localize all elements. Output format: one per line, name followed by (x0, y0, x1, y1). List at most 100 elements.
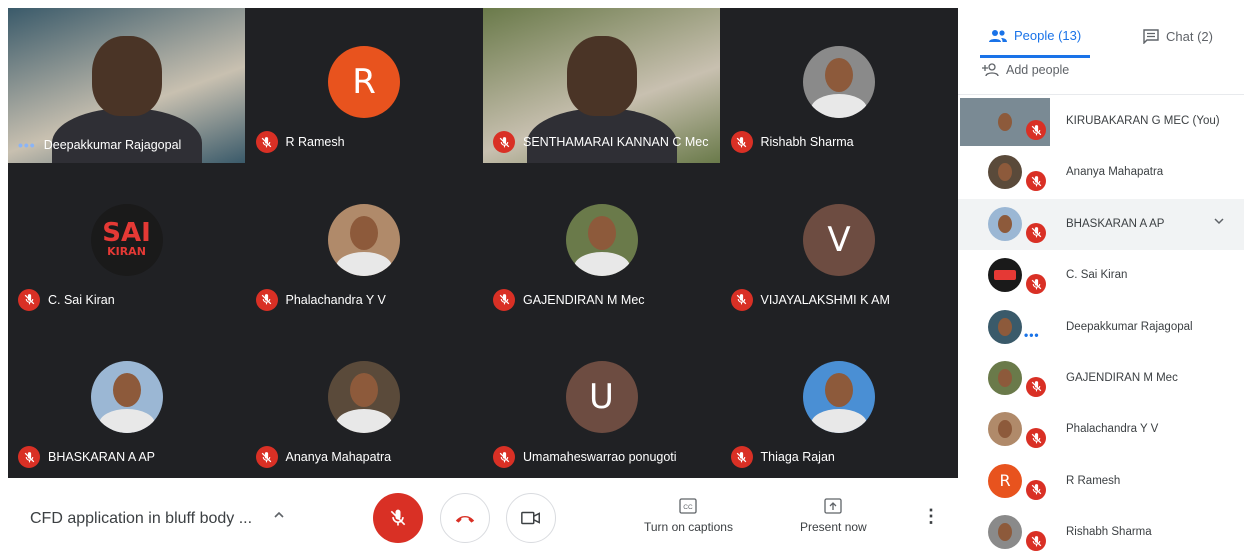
people-list-item[interactable]: GAJENDIRAN M Mec (958, 353, 1244, 404)
participant-name-bar: Rishabh Sharma (730, 131, 854, 153)
participant-tile[interactable]: ••• Deepakkumar Rajagopal (8, 8, 245, 163)
participant-tile[interactable]: SAI KIRAN C. Sai Kiran (8, 165, 245, 321)
hangup-icon (455, 515, 475, 523)
participant-name: Umamaheswarrao ponugoti (523, 450, 677, 464)
mic-off-icon (1026, 274, 1046, 295)
participant-tile[interactable]: BHASKARAN A AP (8, 323, 245, 478)
participant-name-bar: SENTHAMARAI KANNAN C Mec (493, 131, 708, 153)
mic-off-icon (1026, 428, 1046, 449)
participant-name-bar: Umamaheswarrao ponugoti (493, 446, 677, 468)
participant-name-bar: ••• Deepakkumar Rajagopal (18, 137, 181, 153)
participant-name-bar: GAJENDIRAN M Mec (493, 288, 645, 311)
meet-window: ••• Deepakkumar Rajagopal R R Ramesh SENTHAM… (0, 0, 1244, 555)
people-list-item[interactable]: Phalachandra Y V (958, 404, 1244, 455)
mic-off-icon (1026, 222, 1046, 243)
face-shape (998, 317, 1012, 336)
participant-tile[interactable]: Rishabh Sharma (720, 8, 958, 163)
leave-call-button[interactable] (440, 493, 490, 543)
face-shape (998, 214, 1012, 233)
participant-name: C. Sai Kiran (48, 292, 115, 307)
shoulders-shape (336, 251, 392, 276)
avatar-photo (988, 309, 1022, 344)
face-shape (998, 523, 1012, 542)
participant-tile[interactable]: Phalachandra Y V (245, 165, 483, 321)
participant-tile[interactable]: Ananya Mahapatra (245, 323, 483, 478)
side-panel: People (13) Chat (2) Add people KIRUBAKA… (958, 0, 1244, 555)
avatar-photo (988, 155, 1022, 190)
logo-subtext: KIRAN (107, 245, 146, 258)
video-grid: ••• Deepakkumar Rajagopal R R Ramesh SENTHAM… (8, 8, 958, 478)
avatar-photo (988, 360, 1022, 395)
closed-captions-icon: CC (679, 498, 698, 514)
meeting-title[interactable]: CFD application in bluff body ... (30, 510, 252, 528)
participant-name: Ananya Mahapatra (285, 450, 392, 464)
mic-off-icon (390, 509, 406, 526)
participant-name-bar: Phalachandra Y V (255, 288, 386, 311)
person-silhouette (566, 36, 637, 116)
face-shape (112, 373, 141, 407)
participant-name: BHASKARAN A AP (48, 450, 155, 464)
bottom-bar: CFD application in bluff body ... CC Tur… (8, 478, 958, 555)
tab-people-label: People (13) (1014, 28, 1082, 43)
people-list-item[interactable]: Ananya Mahapatra (958, 147, 1244, 198)
avatar-photo (988, 206, 1022, 241)
shoulders-shape (811, 94, 867, 118)
participant-tile[interactable]: V VIJAYALAKSHMI K AM (720, 165, 958, 321)
avatar-photo (328, 203, 400, 276)
participant-name: Thiaga Rajan (760, 450, 835, 464)
mic-off-icon (1026, 531, 1046, 552)
face-shape (825, 58, 853, 92)
mic-off-icon (255, 446, 278, 468)
captions-label: Turn on captions (644, 520, 733, 534)
people-list-item[interactable]: C. Sai Kiran (958, 250, 1244, 301)
speaking-indicator-icon: ••• (1024, 327, 1040, 342)
captions-button[interactable]: CC Turn on captions (644, 498, 733, 534)
people-list-item[interactable]: Rishabh Sharma (958, 507, 1244, 555)
participant-tile[interactable]: GAJENDIRAN M Mec (483, 165, 720, 321)
mic-off-icon (18, 446, 40, 468)
shoulders-shape (336, 409, 392, 433)
participant-name: GAJENDIRAN M Mec (523, 292, 645, 307)
participant-name: Phalachandra Y V (285, 292, 386, 307)
chevron-down-icon[interactable] (1213, 215, 1225, 230)
people-list-item[interactable]: BHASKARAN A AP (958, 198, 1244, 251)
person-name: C. Sai Kiran (1066, 269, 1128, 282)
person-name: Ananya Mahapatra (1066, 166, 1164, 179)
tab-people[interactable]: People (13) (988, 28, 1081, 43)
chevron-up-icon[interactable] (273, 508, 285, 526)
person-silhouette (91, 36, 162, 116)
participant-tile[interactable]: Thiaga Rajan (720, 323, 958, 478)
mic-off-icon (493, 131, 515, 153)
people-list-item[interactable]: R R Ramesh (958, 456, 1244, 507)
participant-tile[interactable]: SENTHAMARAI KANNAN C Mec (483, 8, 720, 163)
camera-toggle-button[interactable] (506, 493, 556, 543)
participant-name: VIJAYALAKSHMI K AM (760, 292, 890, 307)
add-people-button[interactable]: Add people (982, 63, 1069, 77)
mic-off-icon (1026, 479, 1046, 500)
logo-text: SAI (102, 218, 151, 248)
avatar-photo (328, 361, 400, 433)
tab-chat[interactable]: Chat (2) (1142, 28, 1213, 44)
person-name: KIRUBAKARAN G MEC (You) (1066, 115, 1220, 127)
avatar-logo (988, 258, 1022, 293)
shoulders-shape (98, 409, 155, 433)
participant-name: Rishabh Sharma (760, 135, 854, 149)
participant-tile[interactable]: U Umamaheswarrao ponugoti (483, 323, 720, 478)
speaking-indicator-icon: ••• (18, 137, 36, 153)
avatar-letter: R (328, 46, 400, 118)
avatar-photo (803, 46, 875, 118)
people-list-item[interactable]: KIRUBAKARAN G MEC (You) (958, 96, 1244, 147)
participant-name-bar: VIJAYALAKSHMI K AM (730, 288, 890, 311)
participant-name-bar: Ananya Mahapatra (255, 446, 392, 468)
avatar-letter: R (988, 463, 1022, 498)
avatar-photo (988, 412, 1022, 447)
participant-tile[interactable]: R R Ramesh (245, 8, 483, 163)
add-person-icon (982, 63, 999, 77)
shoulders-shape (811, 409, 867, 433)
camera-icon (521, 511, 540, 525)
microphone-toggle-button[interactable] (373, 493, 423, 543)
present-now-button[interactable]: Present now (800, 498, 867, 534)
more-options-button[interactable]: ⋮ (922, 506, 940, 527)
people-list-item[interactable]: ••• Deepakkumar Rajagopal (958, 302, 1244, 353)
participant-name: SENTHAMARAI KANNAN C Mec (523, 135, 709, 149)
